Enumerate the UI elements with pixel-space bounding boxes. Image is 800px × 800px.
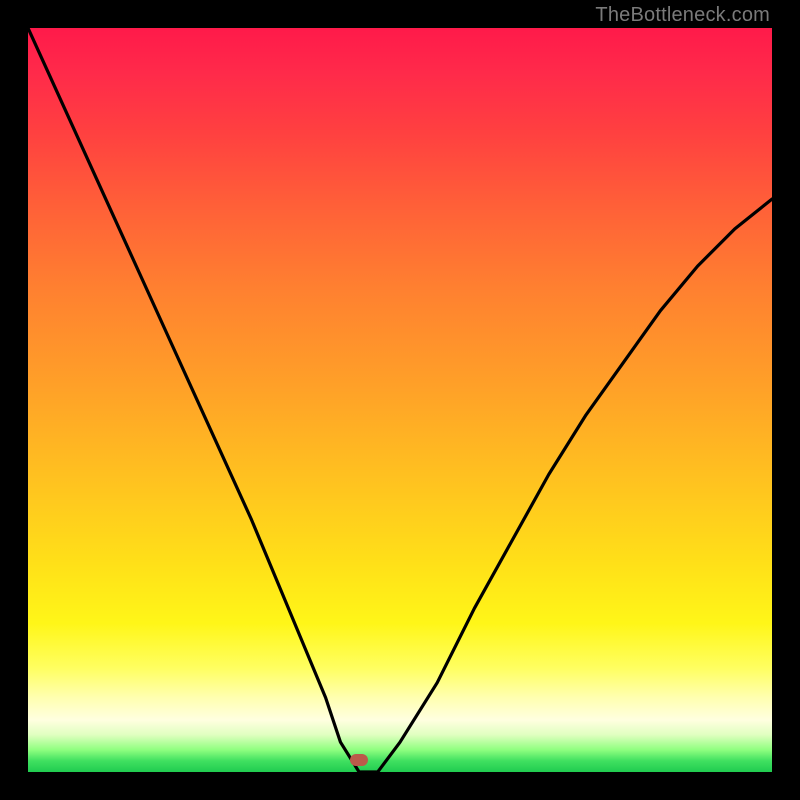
bottleneck-curve — [28, 28, 772, 772]
chart-frame: TheBottleneck.com — [0, 0, 800, 800]
optimal-point-marker — [350, 754, 368, 766]
plot-area — [28, 28, 772, 772]
watermark-text: TheBottleneck.com — [595, 4, 770, 27]
